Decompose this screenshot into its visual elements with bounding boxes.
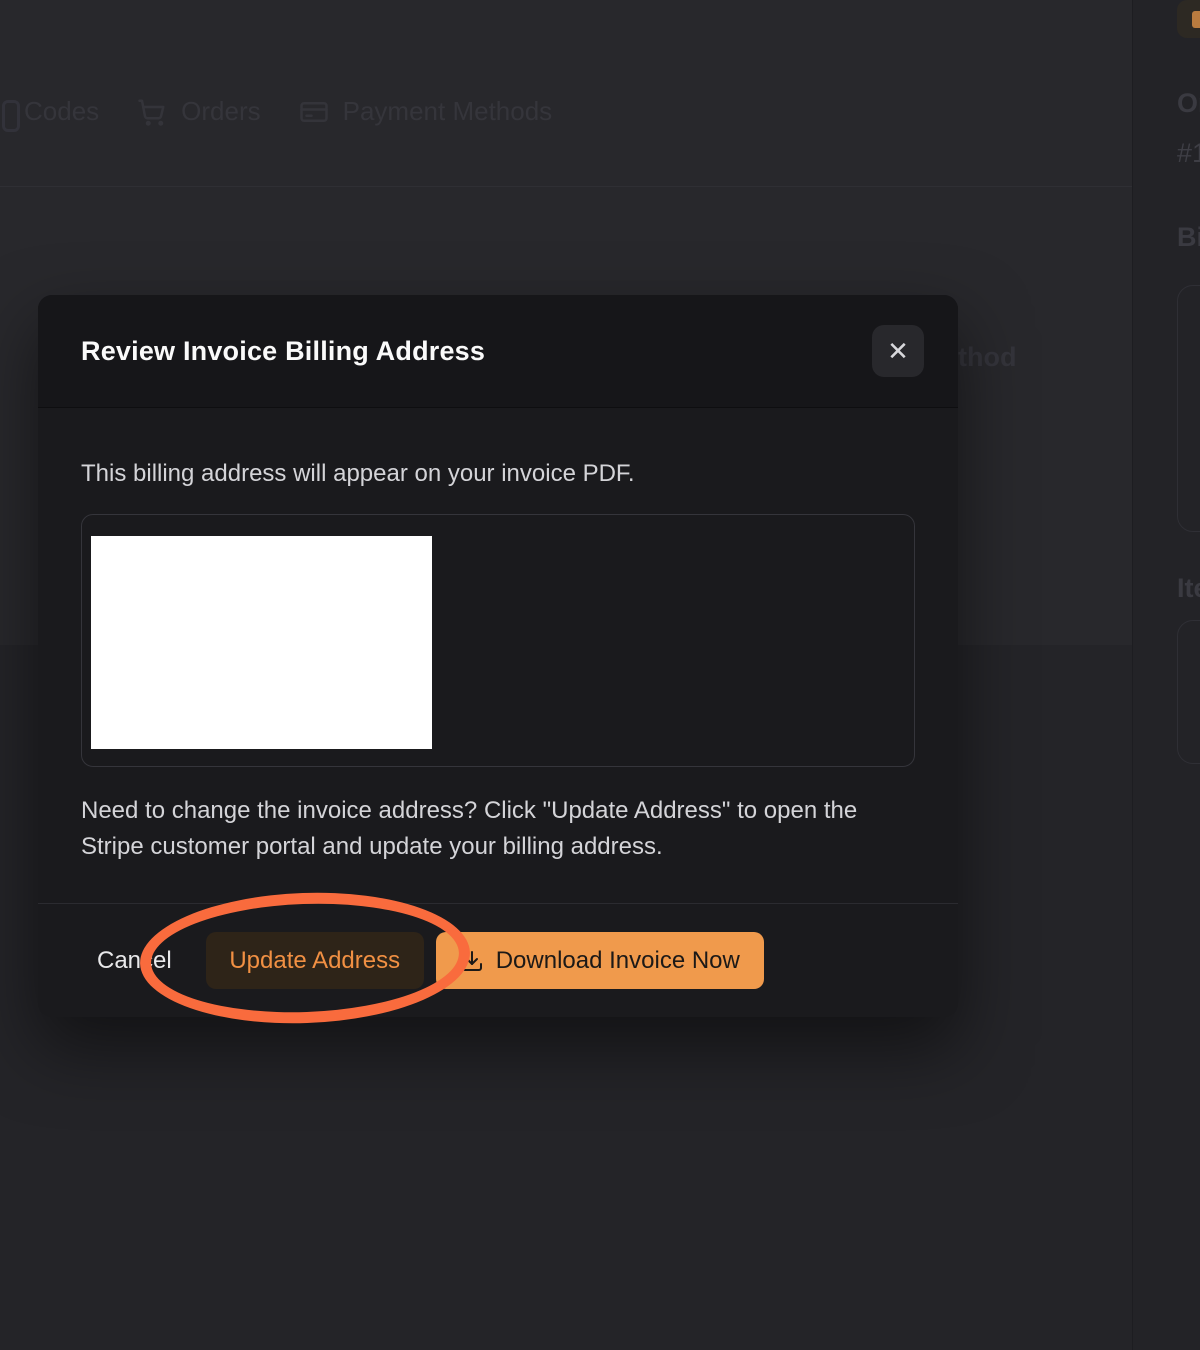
modal-header: Review Invoice Billing Address ✕ xyxy=(38,295,958,408)
order-summary-sidebar: Or #1 Bil Ite xyxy=(1132,0,1200,1350)
tab-payment-methods-label: Payment Methods xyxy=(343,96,553,127)
download-invoice-button[interactable]: Download Invoice Now xyxy=(436,932,764,989)
cancel-button[interactable]: Cancel xyxy=(81,937,188,985)
credit-card-icon xyxy=(299,97,329,127)
intro-text: This billing address will appear on your… xyxy=(81,460,915,488)
close-button[interactable]: ✕ xyxy=(872,325,924,377)
download-invoice-label: Download Invoice Now xyxy=(496,947,740,975)
tab-orders-label: Orders xyxy=(181,96,260,127)
clipped-sidebar-button[interactable] xyxy=(1177,0,1200,38)
sidebar-order-heading: Or xyxy=(1177,88,1200,119)
sidebar-billing-heading: Bil xyxy=(1177,222,1200,253)
redacted-billing-address xyxy=(91,536,432,749)
clipped-payment-method-heading: thod xyxy=(958,342,1016,373)
clipped-tab-icon xyxy=(2,100,20,132)
help-text: Need to change the invoice address? Clic… xyxy=(81,793,915,865)
background-tabs: Codes Orders Payment Methods xyxy=(10,96,552,127)
sidebar-billing-card xyxy=(1177,285,1200,532)
modal-body: This billing address will appear on your… xyxy=(38,408,958,903)
tab-codes-label: Codes xyxy=(24,96,99,127)
sidebar-order-number: #1 xyxy=(1177,138,1200,169)
sidebar-items-card xyxy=(1177,620,1200,764)
download-icon xyxy=(460,949,484,973)
tab-payment-methods[interactable]: Payment Methods xyxy=(299,96,553,127)
tab-codes[interactable]: Codes xyxy=(10,96,99,127)
review-invoice-billing-address-modal: Review Invoice Billing Address ✕ This bi… xyxy=(38,295,958,1017)
billing-address-preview-box xyxy=(81,514,915,767)
modal-title: Review Invoice Billing Address xyxy=(81,336,872,367)
horizontal-divider xyxy=(0,186,1133,187)
screen: Codes Orders Payment Methods thod xyxy=(0,0,1200,1350)
sidebar-items-heading: Ite xyxy=(1177,573,1200,604)
modal-footer: Cancel Update Address Download Invoice N… xyxy=(38,903,958,1017)
update-address-button[interactable]: Update Address xyxy=(206,932,424,989)
clipped-orange-icon xyxy=(1192,11,1200,28)
close-icon: ✕ xyxy=(887,338,909,364)
cart-icon xyxy=(137,97,167,127)
tab-orders[interactable]: Orders xyxy=(137,96,260,127)
